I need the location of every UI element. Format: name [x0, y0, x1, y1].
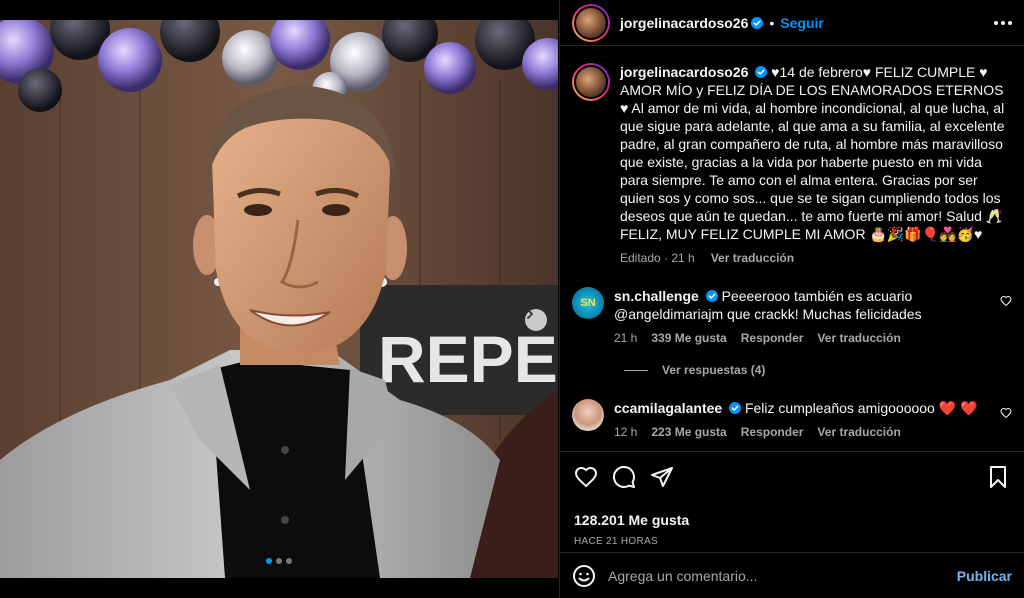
post-image[interactable]: REPERI: [0, 20, 558, 578]
caption-text-block: jorgelinacardoso26 ♥14 de febrero♥ FELIZ…: [620, 63, 1010, 243]
more-dot: [994, 20, 998, 25]
caption-translate-link[interactable]: Ver traducción: [711, 251, 794, 265]
next-image-button[interactable]: [525, 309, 547, 331]
comment-likes[interactable]: 223 Me gusta: [651, 425, 726, 439]
post-sidebar: jorgelinacardoso26 • Seguir jorgelinacar…: [559, 0, 1024, 598]
photo-illustration: REPERI: [0, 20, 558, 578]
reply-button[interactable]: Responder: [741, 425, 804, 439]
caption-author-avatar[interactable]: [572, 63, 610, 101]
commenter-avatar[interactable]: SN: [572, 287, 604, 319]
post-media: REPERI: [0, 0, 558, 598]
carousel-indicator: [266, 558, 292, 564]
post-header: jorgelinacardoso26 • Seguir: [560, 0, 1024, 46]
comment-meta: 12 h 223 Me gusta Responder Ver traducci…: [614, 425, 984, 439]
comment-meta: 21 h 339 Me gusta Responder Ver traducci…: [614, 331, 984, 345]
like-heart-icon[interactable]: [574, 465, 598, 489]
verified-badge-icon: [729, 402, 742, 414]
follow-button[interactable]: Seguir: [780, 15, 824, 31]
comment-username[interactable]: ccamilagalantee: [614, 400, 722, 416]
comment-time: 21 h: [614, 331, 638, 345]
author-avatar[interactable]: [572, 3, 610, 42]
background-sign-text: REPERI: [378, 322, 558, 396]
header-separator: •: [769, 14, 775, 31]
reply-button[interactable]: Responder: [741, 331, 804, 345]
verified-badge-icon: [751, 16, 764, 29]
verified-badge-icon: [755, 66, 768, 78]
commenter-avatar-text: SN: [580, 297, 596, 309]
more-dot: [1001, 20, 1005, 25]
comment-translate-link[interactable]: Ver traducción: [817, 425, 900, 439]
replies-divider: [624, 369, 648, 371]
comment-item: ccamilagalantee Feliz cumpleaños amigooo…: [572, 399, 1012, 439]
like-comment-heart-icon[interactable]: [1000, 295, 1012, 307]
more-options-button[interactable]: [994, 20, 1012, 25]
add-comment-bar: Publicar: [560, 552, 1024, 598]
caption-username[interactable]: jorgelinacardoso26: [620, 64, 748, 80]
comment-username[interactable]: sn.challenge: [614, 288, 699, 304]
save-bookmark-icon[interactable]: [986, 465, 1010, 489]
caption-body: ♥14 de febrero♥ FELIZ CUMPLE ♥ AMOR MÍO …: [620, 64, 1005, 242]
action-icons-row: [574, 464, 1010, 490]
commenter-avatar[interactable]: [572, 399, 604, 431]
comment-translate-link[interactable]: Ver traducción: [817, 331, 900, 345]
author-username[interactable]: jorgelinacardoso26: [620, 15, 748, 31]
comment-time: 12 h: [614, 425, 638, 439]
caption-edited: Editado · 21 h: [620, 251, 695, 265]
comment-bubble-icon[interactable]: [612, 465, 636, 489]
verified-badge-icon: [705, 290, 718, 302]
likes-count[interactable]: 128.201 Me gusta: [574, 512, 1010, 528]
post-timestamp: HACE 21 HORAS: [574, 536, 658, 547]
emoji-smiley-icon[interactable]: [572, 564, 596, 588]
carousel-dot: [286, 558, 292, 564]
post-caption: jorgelinacardoso26 ♥14 de febrero♥ FELIZ…: [572, 63, 1012, 265]
view-replies-label: Ver respuestas (4): [662, 363, 766, 377]
comment-likes[interactable]: 339 Me gusta: [651, 331, 726, 345]
comment-text-block: sn.challenge Peeeerooo también es acuari…: [614, 287, 984, 323]
comment-body: Feliz cumpleaños amigoooooo ❤️ ❤️: [744, 400, 978, 416]
more-dot: [1008, 20, 1012, 25]
carousel-dot: [276, 558, 282, 564]
like-comment-heart-icon[interactable]: [1000, 407, 1012, 419]
share-paper-plane-icon[interactable]: [650, 465, 674, 489]
comment-text-block: ccamilagalantee Feliz cumpleaños amigooo…: [614, 399, 984, 417]
caption-meta: Editado · 21 h Ver traducción: [620, 251, 1010, 265]
post-actions: 128.201 Me gusta HACE 21 HORAS: [560, 451, 1024, 551]
comment-input[interactable]: [608, 567, 957, 584]
publish-button[interactable]: Publicar: [957, 568, 1012, 584]
chevron-right-icon: [527, 309, 533, 319]
view-replies-button[interactable]: Ver respuestas (4): [624, 363, 1012, 377]
comment-item: SN sn.challenge Peeeerooo también es acu…: [572, 287, 1012, 345]
carousel-dot: [266, 558, 272, 564]
comments-scroll-area[interactable]: jorgelinacardoso26 ♥14 de febrero♥ FELIZ…: [560, 47, 1024, 450]
